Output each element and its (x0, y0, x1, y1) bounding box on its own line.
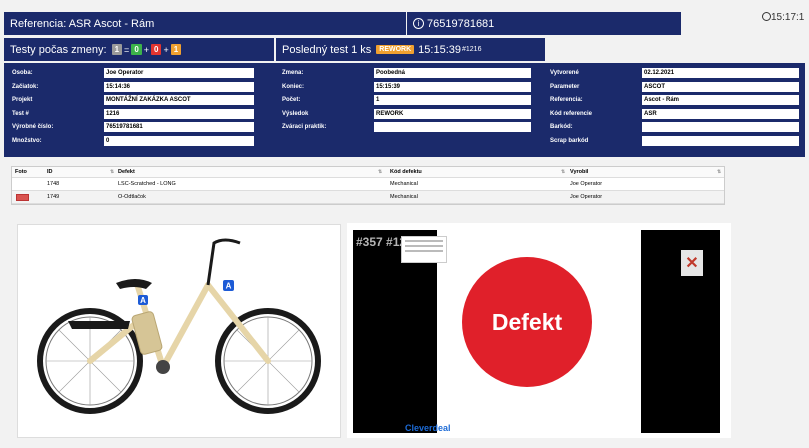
field-value (642, 135, 799, 146)
field-label: Koniec: (282, 83, 305, 90)
field-value: 0 (104, 135, 254, 146)
field-value: Joe Operator (104, 68, 254, 78)
last-test-bar: Posledný test 1 ks REWORK 15:15:39 #1216 (276, 38, 545, 61)
field-value: ASR (642, 108, 799, 119)
equals-sign: = (124, 44, 130, 55)
col-header-by[interactable]: Vyrobil (570, 167, 588, 177)
cell-id: 1748 (47, 181, 60, 187)
field-value (374, 122, 531, 132)
field-label: Scrap barkód (550, 137, 589, 144)
field-label: Referencia: (550, 97, 583, 103)
plus-sign-2: + (163, 44, 169, 55)
field-label: Kód referencie (550, 110, 593, 117)
field-label: Začiatok: (12, 83, 39, 90)
sort-icon[interactable]: ⇅ (561, 169, 565, 175)
field-label: Zváraci praktik: (282, 124, 327, 130)
count-nok-badge: 0 (151, 44, 162, 55)
field-label: Výrobné číslo: (12, 124, 54, 130)
table-row[interactable]: 1748 LSC-Scratched - LONG Mechanical Joe… (12, 178, 724, 191)
field-label: Projekt (12, 97, 33, 103)
close-icon: ✕ (685, 255, 699, 272)
reference-bar: Referencia: ASR Ascot - Rám (4, 12, 406, 35)
last-test-time: 15:15:39 (418, 43, 461, 56)
product-image: A A (17, 224, 341, 438)
defect-circle-label: Defekt (491, 308, 563, 335)
cell-by: Joe Operator (570, 194, 603, 200)
defects-table: Foto ID ⇅ Defekt ⇅ Kód defektu ⇅ Vyrobil… (11, 166, 725, 205)
count-total-badge: 1 (111, 44, 123, 55)
shift-tests-label: Testy počas zmeny: (10, 43, 107, 56)
col-header-photo[interactable]: Foto (15, 167, 27, 177)
defect-circle: Defekt (462, 257, 592, 387)
cell-code: Mechanical (390, 194, 418, 200)
field-label: Vytvorené (550, 70, 579, 76)
clock: 15:17:1 (762, 12, 804, 23)
clock-icon (762, 12, 771, 21)
field-value: 15:15:39 (374, 81, 531, 92)
sort-icon[interactable]: ⇅ (110, 169, 114, 175)
brand-logo: Cleverdeal (405, 423, 451, 433)
svg-text:A: A (226, 282, 232, 291)
field-value: 76519781681 (104, 122, 254, 132)
field-value: 02.12.2021 (642, 68, 799, 78)
reference-label: Referencia: ASR Ascot - Rám (10, 17, 155, 30)
field-value: Poobedná (374, 68, 531, 78)
plus-sign-1: + (143, 44, 150, 55)
cell-id: 1749 (47, 194, 60, 200)
photo-info-card (401, 236, 447, 263)
table-row[interactable]: 1749 O-Odtlačok Mechanical Joe Operator (12, 191, 724, 204)
col-header-code[interactable]: Kód defektu (390, 167, 422, 177)
field-label: Test # (12, 110, 29, 117)
serial-number: 76519781681 (427, 17, 495, 30)
sort-icon[interactable]: ⇅ (378, 169, 382, 175)
field-label: Zmena: (282, 70, 304, 76)
field-label: Barkód: (550, 124, 573, 130)
field-value: MONTÁŽNÍ ZAKÁZKA ASCOT (104, 95, 254, 105)
field-value (642, 122, 799, 132)
bicycle-illustration: A A (37, 238, 321, 414)
serial-bar: i 76519781681 (407, 12, 681, 35)
field-label: Množstvo: (12, 137, 42, 144)
last-test-id: #1216 (462, 46, 482, 53)
svg-text:A: A (140, 296, 146, 305)
field-label: Parameter (550, 83, 580, 90)
close-button[interactable]: ✕ (681, 250, 703, 276)
count-ok-badge: 0 (131, 44, 142, 55)
defect-viewer: Defekt #357 #1216 - Rám ASCOT Odtlačok ✕… (347, 223, 731, 438)
table-header: Foto ID ⇅ Defekt ⇅ Kód defektu ⇅ Vyrobil… (12, 167, 724, 178)
field-value: 1 (374, 95, 531, 105)
field-value: ASCOT (642, 81, 799, 92)
field-value: 1216 (104, 108, 254, 119)
field-label: Osoba: (12, 70, 33, 76)
field-label: Počet: (282, 97, 301, 103)
cell-by: Joe Operator (570, 181, 603, 187)
count-rework-badge: 1 (170, 44, 182, 55)
cell-defect: O-Odtlačok (118, 194, 146, 200)
field-value: 15:14:36 (104, 81, 254, 92)
field-value: Ascot - Rám (642, 95, 799, 105)
cell-code: Mechanical (390, 181, 418, 187)
last-test-label: Posledný test 1 ks (282, 43, 372, 56)
field-value: REWORK (374, 108, 531, 119)
field-label: Výsledok (282, 110, 309, 117)
info-panel: Osoba: Joe Operator Začiatok: 15:14:36 Proje… (4, 63, 805, 157)
clock-time: 15:17:1 (771, 12, 805, 23)
shift-tests-bar: Testy počas zmeny: 1 = 0 + 0 + 1 (4, 38, 274, 61)
rework-badge: REWORK (376, 45, 415, 54)
sort-icon[interactable]: ⇅ (717, 169, 721, 175)
info-icon: i (413, 18, 424, 29)
photo-thumbnail[interactable] (16, 191, 29, 203)
viewer-title: #357 #1216 - Rám ASCOT Odtlačok (356, 235, 556, 249)
col-header-defect[interactable]: Defekt (118, 167, 135, 177)
cell-defect: LSC-Scratched - LONG (118, 181, 176, 187)
col-header-id[interactable]: ID (47, 167, 53, 177)
